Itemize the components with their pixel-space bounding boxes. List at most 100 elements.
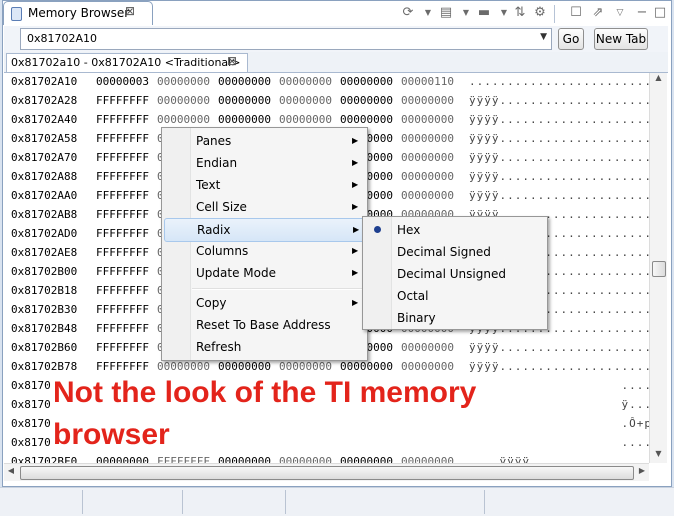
memory-cell[interactable]: 00000003 <box>96 75 149 88</box>
menu-item-label: Refresh <box>196 340 242 354</box>
menu-item-copy[interactable]: Copy ▶ <box>164 292 363 314</box>
menu-item-label: Copy <box>196 296 227 310</box>
vertical-scrollbar[interactable]: ▲ ▼ <box>649 73 667 463</box>
export-icon[interactable]: ⇗ <box>590 5 606 21</box>
radix-option-octal[interactable]: Octal <box>365 285 543 307</box>
memory-cell[interactable]: 00000000 <box>340 455 393 463</box>
memory-cell[interactable]: 00000000 <box>401 151 454 164</box>
memory-cell[interactable]: 00000000 <box>401 94 454 107</box>
view-tab-title: Memory Browser <box>28 6 130 20</box>
dropdown-arrow-icon[interactable]: ▼ <box>420 5 436 21</box>
memory-cell[interactable]: 00000000 <box>401 113 454 126</box>
submenu-arrow-icon: ▶ <box>352 158 359 167</box>
memory-cell[interactable]: 00000000 <box>157 75 210 88</box>
memory-cell[interactable]: 00000000 <box>401 455 454 463</box>
view-tab-memory-browser[interactable]: Memory Browser ⊠ <box>3 1 153 25</box>
memory-cell[interactable]: FFFFFFFF <box>96 341 149 354</box>
scrollbar-thumb[interactable] <box>20 466 634 480</box>
status-divider <box>484 490 485 514</box>
memory-cell[interactable]: 00000000 <box>218 113 271 126</box>
menu-item-update-mode[interactable]: Update Mode ▶ <box>164 262 363 284</box>
address-input[interactable]: 0x81702A10 ▼ <box>20 28 552 50</box>
new-tab-icon[interactable]: ☐ <box>568 5 584 21</box>
maximize-icon[interactable]: □ <box>652 5 668 21</box>
scroll-right-icon[interactable]: ▶ <box>635 466 649 480</box>
memory-cell[interactable]: 00000000 <box>340 94 393 107</box>
row-address: 0x81702B30 <box>11 303 78 316</box>
menu-item-columns[interactable]: Columns ▶ <box>164 240 363 262</box>
scroll-down-icon[interactable]: ▼ <box>650 449 667 463</box>
memory-row[interactable]: 0x81702A10 00000003 00000000 00000000 000000… <box>4 73 649 91</box>
memory-cell[interactable]: FFFFFFFF <box>96 303 149 316</box>
status-divider <box>285 490 286 514</box>
refresh-icon[interactable]: ⟳ <box>400 5 416 21</box>
menu-item-reset-to-base-address[interactable]: Reset To Base Address <box>164 314 363 336</box>
memory-cell[interactable]: 00000000 <box>401 189 454 202</box>
scrollbar-thumb[interactable] <box>652 261 666 277</box>
memory-cell[interactable]: 00000000 <box>279 455 332 463</box>
memory-cell[interactable]: 00000000 <box>279 94 332 107</box>
radix-option-decimal-signed[interactable]: Decimal Signed <box>365 241 543 263</box>
row-address: 0x81702AA0 <box>11 189 78 202</box>
dropdown-arrow-icon[interactable]: ▼ <box>458 5 474 21</box>
memory-cell[interactable]: FFFFFFFF <box>96 246 149 259</box>
memory-cell[interactable]: 00000000 <box>279 113 332 126</box>
dropdown-arrow-icon[interactable]: ▼ <box>496 5 512 21</box>
memory-row[interactable]: 0x81702A28 FFFFFFFF 00000000 00000000 000000… <box>4 92 649 110</box>
memory-cell[interactable]: FFFFFFFF <box>96 265 149 278</box>
memory-cell[interactable]: 00000000 <box>218 94 271 107</box>
menu-item-radix[interactable]: Radix ▶ <box>164 218 365 242</box>
memory-cell[interactable]: FFFFFFFF <box>157 455 210 463</box>
memory-cell[interactable]: FFFFFFFF <box>96 170 149 183</box>
memory-cell[interactable]: FFFFFFFF <box>96 113 149 126</box>
memory-cell[interactable]: 00000000 <box>279 75 332 88</box>
memory-cell[interactable]: 00000000 <box>340 113 393 126</box>
memory-cell[interactable]: FFFFFFFF <box>96 284 149 297</box>
row-text: ÿÿÿÿ.................... <box>469 132 649 145</box>
menu-item-panes[interactable]: Panes ▶ <box>164 130 363 152</box>
memory-cell[interactable]: 00000110 <box>401 75 454 88</box>
link-icon[interactable]: ⚙ <box>532 5 548 21</box>
menu-item-refresh[interactable]: Refresh <box>164 336 363 358</box>
view-menu-icon[interactable]: ▽ <box>612 5 628 21</box>
row-address: 0x8170 <box>11 417 51 430</box>
go-button[interactable]: Go <box>558 28 584 50</box>
scroll-up-icon[interactable]: ▲ <box>650 73 667 87</box>
close-icon[interactable]: ⊠ <box>125 4 135 18</box>
memory-cell[interactable]: FFFFFFFF <box>96 227 149 240</box>
memory-cell[interactable]: FFFFFFFF <box>96 322 149 335</box>
radix-option-decimal-unsigned[interactable]: Decimal Unsigned <box>365 263 543 285</box>
menu-item-endian[interactable]: Endian ▶ <box>164 152 363 174</box>
save-memory-icon[interactable]: ▤ <box>438 5 454 21</box>
menu-item-cell-size[interactable]: Cell Size ▶ <box>164 196 363 218</box>
row-text: ........................ <box>469 75 649 88</box>
memory-cell[interactable]: 00000000 <box>401 170 454 183</box>
new-tab-button[interactable]: New Tab <box>594 28 648 50</box>
chevron-down-icon[interactable]: ▼ <box>540 32 547 42</box>
row-text: ÿÿÿÿ.................... <box>469 170 649 183</box>
memory-cell[interactable]: FFFFFFFF <box>96 94 149 107</box>
memory-cell[interactable]: 00000000 <box>157 94 210 107</box>
radix-option-hex[interactable]: Hex <box>365 219 543 241</box>
memory-cell[interactable]: 00000000 <box>401 132 454 145</box>
memory-cell[interactable]: 00000000 <box>96 455 149 463</box>
memory-cell[interactable]: 00000000 <box>218 75 271 88</box>
memory-cell[interactable]: FFFFFFFF <box>96 189 149 202</box>
rendering-tab[interactable]: 0x81702a10 - 0x81702A10 <Traditional> ⊠ <box>6 53 248 72</box>
minimize-icon[interactable]: − <box>634 5 650 21</box>
sync-icon[interactable]: ⇅ <box>512 5 528 21</box>
submenu-arrow-icon: ▶ <box>352 268 359 277</box>
memory-cell[interactable]: 00000000 <box>340 75 393 88</box>
menu-item-text[interactable]: Text ▶ <box>164 174 363 196</box>
memory-cell[interactable]: 00000000 <box>218 455 271 463</box>
memory-cell[interactable]: 00000000 <box>401 341 454 354</box>
memory-cell[interactable]: FFFFFFFF <box>96 132 149 145</box>
radix-option-binary[interactable]: Binary <box>365 307 543 329</box>
chip-icon[interactable]: ▬ <box>476 5 492 21</box>
scroll-left-icon[interactable]: ◀ <box>4 466 18 480</box>
memory-cell[interactable]: 00000000 <box>157 113 210 126</box>
memory-cell[interactable]: FFFFFFFF <box>96 151 149 164</box>
horizontal-scrollbar[interactable]: ◀ ▶ <box>4 463 649 481</box>
memory-cell[interactable]: FFFFFFFF <box>96 208 149 221</box>
close-icon[interactable]: ⊠ <box>227 54 237 68</box>
